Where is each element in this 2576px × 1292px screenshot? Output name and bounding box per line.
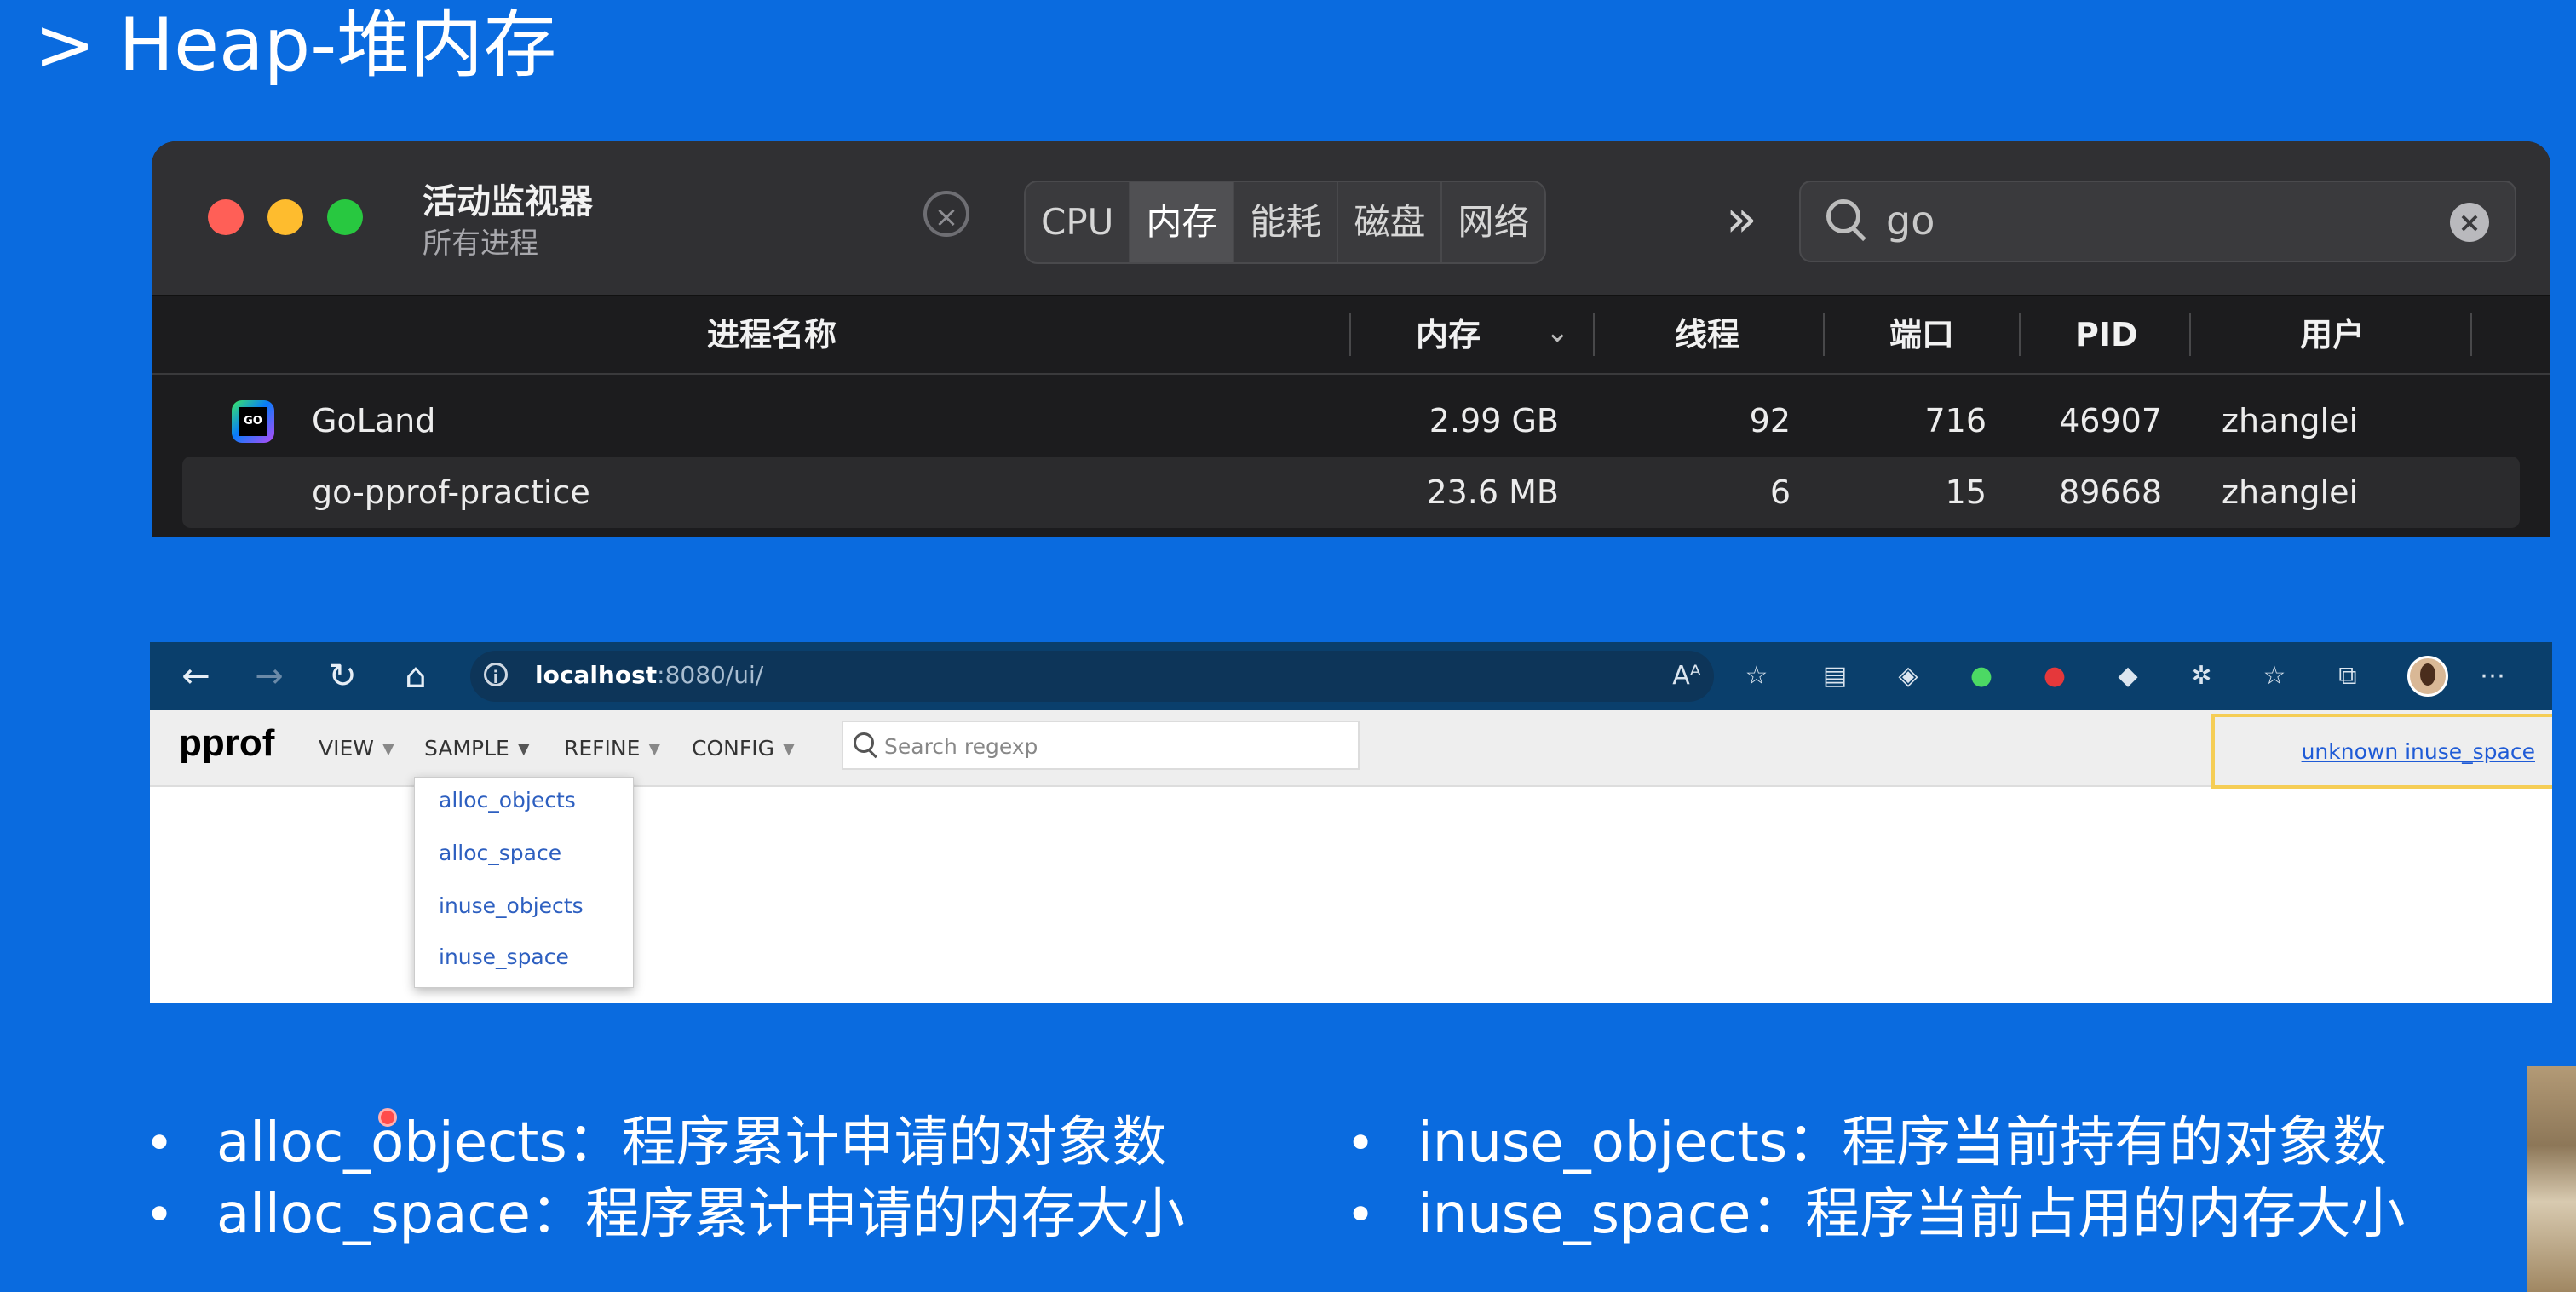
sample-option-inuse-objects[interactable]: inuse_objects [439,893,584,918]
memory-value: 23.6 MB [1426,474,1559,511]
back-arrow-icon[interactable]: ← [172,652,220,700]
pid-value: 89668 [2059,474,2162,511]
tab-energy[interactable]: 能耗 [1234,182,1339,262]
forward-arrow-icon[interactable]: → [245,652,293,700]
window-subtitle: 所有进程 [423,227,538,261]
column-divider [1593,313,1595,356]
search-input[interactable] [883,729,1346,763]
column-divider [1349,313,1351,356]
activity-monitor-window: 活动监视器 所有进程 × CPU 内存 能耗 磁盘 网络 » go × 进程名称… [152,141,2550,537]
extension-icon[interactable]: ● [2036,657,2073,695]
chevron-down-icon: ⌄ [1545,315,1570,349]
zoom-window-button[interactable] [327,199,363,235]
clear-search-icon[interactable]: × [2450,203,2489,242]
column-user[interactable]: 用户 [2300,296,2365,373]
threads-value: 92 [1749,402,1791,439]
column-divider [2019,313,2021,356]
column-process-name[interactable]: 进程名称 [707,296,837,373]
search-icon [854,732,874,753]
shield-extension-icon[interactable]: ◈ [1889,657,1927,695]
read-aloud-icon[interactable]: Aᴬ [1668,657,1705,695]
address-bar[interactable]: i localhost:8080/ui/ [470,651,1714,702]
column-memory[interactable]: 内存 [1416,296,1481,373]
browser-toolbar: ← → ↻ ⌂ i localhost:8080/ui/ Aᴬ ☆ ▤ ◈ ● … [150,642,2552,710]
bullet-list-right: inuse_objects：程序当前持有的对象数 inuse_space：程序当… [1346,1107,2405,1250]
favorite-add-icon[interactable]: ☆ [1738,657,1775,695]
extensions-icon[interactable]: ✲ [2182,657,2220,695]
process-name: GoLand [312,402,436,439]
search-value[interactable]: go [1886,198,1935,244]
tab-segmented-control: CPU 内存 能耗 磁盘 网络 [1024,181,1547,264]
search-regexp-box[interactable] [842,721,1360,770]
collections-icon[interactable]: ⧉ [2329,657,2366,695]
slide-title: > Heap-堆内存 [34,3,557,88]
legend-highlight: unknown inuse_space [2211,714,2552,789]
table-row[interactable]: GO GoLand 2.99 GB 92 716 46907 zhanglei [152,385,2550,457]
table-row[interactable]: go-pprof-practice 23.6 MB 6 15 89668 zha… [182,457,2520,528]
tab-cpu[interactable]: CPU [1026,182,1131,262]
x-circle-icon[interactable]: × [923,191,969,237]
evernote-icon[interactable]: ● [1963,657,2000,695]
process-name: go-pprof-practice [312,474,590,511]
menu-refine[interactable]: REFINE ▼ [564,736,660,761]
tab-network[interactable]: 网络 [1442,182,1544,262]
menu-sample[interactable]: SAMPLE ▼ [424,736,530,761]
user-value: zhanglei [2222,402,2359,439]
bullet-alloc-objects: alloc_objects：程序累计申请的对象数 [145,1107,1185,1179]
table-header: 进程名称 内存 ⌄ 线程 端口 PID 用户 [152,296,2550,375]
ports-value: 716 [1924,402,1987,439]
goland-icon: GO [232,400,274,443]
reload-icon[interactable]: ↻ [319,652,366,700]
threads-value: 6 [1769,474,1791,511]
column-divider [2470,313,2472,356]
titlebar: 活动监视器 所有进程 × CPU 内存 能耗 磁盘 网络 » go × [152,141,2550,296]
caret-down-icon: ▼ [517,740,530,758]
webcam-thumbnail [2527,1066,2576,1292]
window-title: 活动监视器 [423,182,593,221]
extension-icon[interactable]: ▤ [1816,657,1854,695]
sample-dropdown: alloc_objects alloc_space inuse_objects … [414,777,634,988]
bullet-inuse-objects: inuse_objects：程序当前持有的对象数 [1346,1107,2405,1179]
bullet-list-left: alloc_objects：程序累计申请的对象数 alloc_space：程序累… [145,1107,1185,1250]
home-icon[interactable]: ⌂ [392,652,440,700]
caret-down-icon: ▼ [382,740,394,758]
column-divider [2189,313,2191,356]
close-window-button[interactable] [208,199,244,235]
legend-link[interactable]: unknown inuse_space [2302,739,2535,764]
chevrons-right-icon[interactable]: » [1726,189,1757,249]
url-text[interactable]: localhost:8080/ui/ [535,661,763,689]
favorites-icon[interactable]: ☆ [2256,657,2293,695]
caret-down-icon: ▼ [782,740,795,758]
more-icon[interactable]: ⋯ [2474,657,2511,695]
pointer-highlight [378,1108,397,1127]
info-icon[interactable]: i [484,663,508,687]
minimize-window-button[interactable] [267,199,303,235]
process-search-field[interactable]: go × [1799,181,2516,262]
caret-down-icon: ▼ [648,740,661,758]
user-value: zhanglei [2222,474,2359,511]
extension-icon[interactable]: ◆ [2109,657,2147,695]
menu-view[interactable]: VIEW ▼ [319,736,394,761]
bullet-inuse-space: inuse_space：程序当前占用的内存大小 [1346,1179,2405,1250]
column-divider [1823,313,1825,356]
column-pid[interactable]: PID [2075,296,2138,373]
column-ports[interactable]: 端口 [1889,296,1954,373]
menu-config[interactable]: CONFIG ▼ [692,736,795,761]
search-icon [1826,199,1860,233]
pprof-toolbar: pprof VIEW▼ SAMPLE▼ REFINE▼ CONFIG▼ unkn… [150,710,2552,789]
pid-value: 46907 [2059,402,2162,439]
ports-value: 15 [1945,474,1987,511]
sample-option-inuse-space[interactable]: inuse_space [439,945,569,969]
sample-option-alloc-objects[interactable]: alloc_objects [439,788,576,813]
bullet-alloc-space: alloc_space：程序累计申请的内存大小 [145,1179,1185,1250]
browser-window: ← → ↻ ⌂ i localhost:8080/ui/ Aᴬ ☆ ▤ ◈ ● … [150,642,2552,1003]
memory-value: 2.99 GB [1429,402,1559,439]
tab-memory[interactable]: 内存 [1130,182,1235,262]
avatar[interactable] [2407,656,2448,697]
pprof-logo[interactable]: pprof [179,722,274,765]
sample-option-alloc-space[interactable]: alloc_space [439,841,561,865]
column-threads[interactable]: 线程 [1675,296,1739,373]
tab-disk[interactable]: 磁盘 [1338,182,1443,262]
